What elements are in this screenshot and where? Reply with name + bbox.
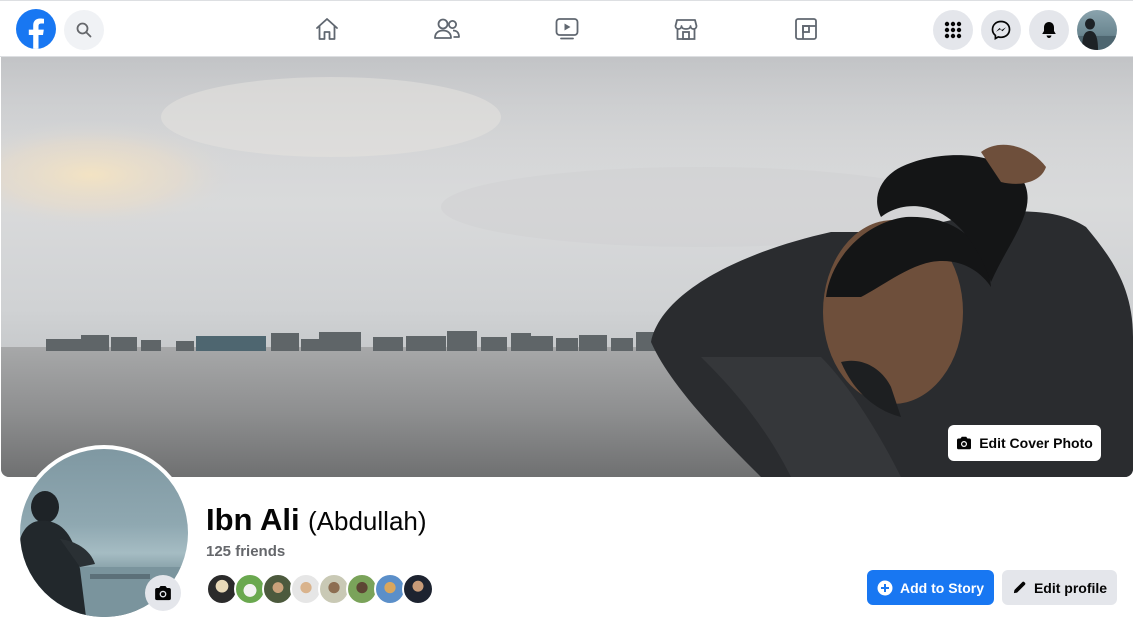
messenger-button[interactable] [981,10,1021,50]
plus-circle-icon [877,580,893,595]
nav-gaming-tab[interactable] [786,9,826,49]
edit-profile-label: Edit profile [1033,579,1108,596]
camera-icon [155,586,171,601]
notifications-button[interactable] [1029,10,1069,50]
top-navigation-bar [0,0,1133,57]
marketplace-icon [674,19,698,40]
update-profile-picture-button[interactable] [145,575,181,611]
friends-icon [434,18,460,39]
nav-home-tab[interactable] [307,9,347,49]
pencil-icon [1013,581,1026,594]
messenger-icon [991,20,1011,40]
profile-name: Ibn Ali (Abdullah) [206,502,427,538]
watch-icon [555,18,579,40]
nav-marketplace-tab[interactable] [666,9,706,49]
menu-grid-icon [944,21,962,39]
gaming-icon [795,18,817,40]
facebook-logo-icon[interactable] [16,9,56,49]
menu-button[interactable] [933,10,973,50]
account-avatar[interactable] [1077,10,1117,50]
friend-avatar-stack [206,573,438,605]
add-to-story-label: Add to Story [900,579,984,596]
notifications-icon [1042,22,1056,38]
add-to-story-button[interactable]: Add to Story [867,570,994,605]
edit-cover-photo-button[interactable]: Edit Cover Photo [948,425,1101,461]
edit-cover-photo-label: Edit Cover Photo [979,435,1093,451]
nav-friends-tab[interactable] [427,9,467,49]
camera-icon [957,436,972,450]
nav-watch-tab[interactable] [547,9,587,49]
friend-avatar[interactable] [402,573,434,605]
cover-photo [1,57,1133,477]
edit-profile-button[interactable]: Edit profile [1002,570,1117,605]
profile-name-main: Ibn Ali [206,502,300,537]
friends-count-link[interactable]: 125 friends [206,543,285,560]
search-icon [76,22,92,38]
home-icon [316,18,338,40]
search-button[interactable] [64,10,104,50]
profile-alternate-name: (Abdullah) [308,506,427,536]
